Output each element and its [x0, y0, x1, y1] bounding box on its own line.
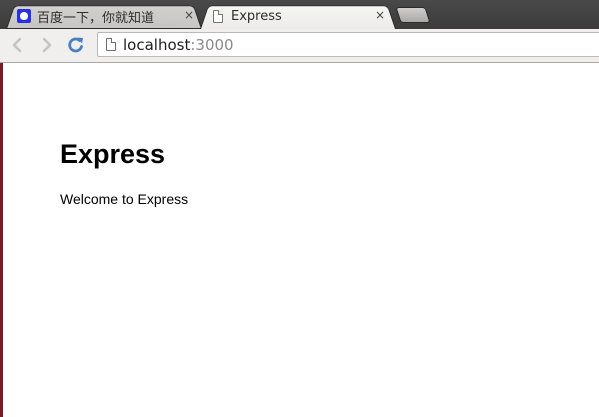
close-tab-icon[interactable]: × — [184, 8, 194, 22]
forward-button[interactable] — [36, 34, 58, 56]
welcome-text: Welcome to Express — [60, 191, 189, 207]
address-port: :3000 — [190, 36, 234, 54]
tab-baidu[interactable]: 百度一下，你就知道 × — [6, 3, 202, 29]
tab-strip: 百度一下，你就知道 × Express × — [0, 0, 599, 29]
back-button[interactable] — [6, 34, 28, 56]
document-icon — [213, 9, 223, 23]
new-tab-button[interactable] — [395, 7, 431, 23]
tab-title: 百度一下，你就知道 — [37, 10, 155, 26]
reload-icon — [68, 37, 83, 53]
close-tab-icon[interactable]: × — [375, 8, 385, 22]
toolbar: localhost:3000 — [0, 29, 599, 63]
back-arrow-icon — [12, 37, 22, 53]
address-host: localhost — [123, 36, 191, 54]
reload-button[interactable] — [65, 34, 87, 56]
address-bar[interactable]: localhost:3000 — [97, 32, 599, 57]
baidu-paw-icon — [17, 9, 31, 23]
address-text: localhost:3000 — [123, 36, 234, 54]
page-icon — [106, 38, 116, 51]
page-viewport: Express Welcome to Express — [0, 63, 599, 417]
page-heading: Express — [60, 139, 166, 169]
tab-express[interactable]: Express × — [200, 3, 396, 29]
forward-arrow-icon — [42, 37, 52, 53]
tab-title: Express — [231, 8, 282, 24]
